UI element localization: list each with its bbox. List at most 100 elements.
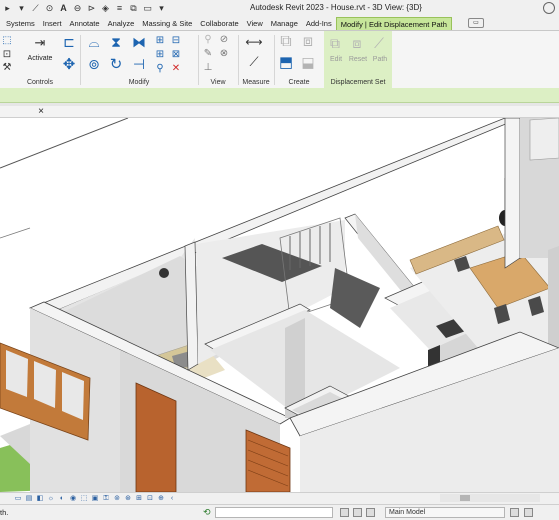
panel-label-create: Create [288,79,310,86]
text-icon[interactable]: A [58,3,69,14]
activate-button[interactable]: Activate [22,55,58,62]
crop-view-icon[interactable]: ⬚ [80,495,88,503]
tab-collaborate[interactable]: Collaborate [196,17,242,30]
detail-level-icon[interactable]: ▤ [25,495,33,503]
render-icon[interactable]: ◉ [69,495,77,503]
dimension-icon[interactable]: ⟋ [242,53,266,69]
select-links-icon[interactable] [510,508,519,517]
select-icon[interactable]: ⊡ [1,49,13,61]
sun-path-icon[interactable]: ☼ [47,495,55,503]
scrollbar-thumb[interactable] [460,495,470,501]
copy-icon[interactable]: ⊚ [85,55,103,73]
workset-field[interactable] [215,507,333,518]
modify-arrow-icon[interactable]: ⬚ [1,35,13,47]
pin-icon[interactable]: ⚲ [154,63,166,75]
panel-view: ⚲ ⊘ ✎ ⊗ ⊥ View [198,31,238,88]
reveal-hidden-icon[interactable]: ⊛ [124,495,132,503]
hide-icon[interactable]: ⚲ [202,34,214,46]
tab-modify-edit-displacement-path[interactable]: Modify | Edit Displacement Path [335,17,452,30]
create-group-icon[interactable]: ⧉ [276,33,296,51]
tab-add-ins[interactable]: Add-Ins [302,17,336,30]
panel-modify: ⊏ ⌓ ⧗ ⧓ ✥ ⊚ ↻ ⊣ ⊞ ⊟ ⊞ ⊠ ⚲ ✕ Modify [63,31,198,88]
create-similar-icon[interactable]: ⧈ [298,33,318,51]
3d-viewport[interactable] [0,118,559,492]
mirror-draw-icon[interactable]: ⧓ [130,34,148,50]
measure-distance-icon[interactable]: ⟷ [242,35,266,49]
quick-access-toolbar: ▸ ▾ ⟋ ⊙ A ⊖ ⊳ ◈ ≡ ⧉ ▭ ▾ [0,0,167,17]
design-option-icon[interactable] [353,508,362,517]
tab-systems[interactable]: Systems [2,17,39,30]
section-icon[interactable]: ≡ [114,3,125,14]
scale-icon[interactable]: ⊟ [170,35,182,47]
ribbon-tabs: Systems Insert Annotate Analyze Massing … [0,17,559,31]
select-pinned-icon[interactable] [524,508,533,517]
activate-icon[interactable]: ⇥ [30,33,50,51]
offset-icon[interactable]: ⌓ [85,34,103,50]
create-assembly-icon[interactable]: ⬒ [276,53,296,71]
close-view-button[interactable]: × [35,106,47,118]
close-hidden-icon[interactable]: ⧉ [128,3,139,14]
redo-icon[interactable]: ⊳ [86,3,97,14]
delete-icon[interactable]: ✕ [170,63,182,75]
unpin-icon[interactable]: ⊠ [170,49,182,61]
tab-insert[interactable]: Insert [39,17,66,30]
horizontal-scrollbar[interactable] [440,494,540,502]
create-parts-icon[interactable]: ⬓ [298,53,318,71]
open-icon[interactable]: ▸ [2,3,13,14]
visual-style-icon[interactable]: ◧ [36,495,44,503]
filter-icon[interactable] [366,508,375,517]
ribbon-minimize-button[interactable]: ▭ [467,18,484,28]
path-icon[interactable]: ⟋ [370,35,388,51]
lock-view-icon[interactable]: ⚿ [102,495,110,503]
split-icon[interactable]: ✥ [60,55,78,73]
tab-analyze[interactable]: Analyze [104,17,139,30]
trim-icon[interactable]: ⊣ [130,55,148,73]
measure-icon[interactable]: ⟋ [30,3,41,14]
linework-icon[interactable]: ⊗ [218,48,230,60]
temp-hide-icon[interactable]: ⊚ [113,495,121,503]
analytical-icon[interactable]: ⊡ [146,495,154,503]
align-icon[interactable]: ⊏ [60,34,78,50]
override-icon[interactable]: ⊘ [218,34,230,46]
tab-annotate[interactable]: Annotate [66,17,104,30]
model-selector[interactable]: Main Model [385,507,505,518]
scale-icon[interactable]: ▭ [14,495,22,503]
title-bar: ▸ ▾ ⟋ ⊙ A ⊖ ⊳ ◈ ≡ ⧉ ▭ ▾ Autodesk Revit 2… [0,0,559,17]
wrench-icon[interactable]: ⚒ [1,62,13,74]
panel-create: ⧉ ⧈ ⬒ ⬓ Create [274,31,324,88]
far-right-wall [504,118,521,269]
tab-massing-site[interactable]: Massing & Site [138,17,196,30]
show-crop-icon[interactable]: ▣ [91,495,99,503]
switch-windows-icon[interactable]: ▭ [142,3,153,14]
view-chevron-icon[interactable]: ‹ [168,495,176,503]
mirror-icon[interactable]: ⧗ [107,34,125,50]
panel-label-displacement-set: Displacement Set [330,79,386,86]
reset-displacement-icon[interactable]: ⧈ [348,35,366,51]
tab-manage[interactable]: Manage [267,17,302,30]
edit-displacement-icon[interactable]: ⧉ [326,35,344,51]
tag-icon[interactable]: ⊙ [44,3,55,14]
tab-view[interactable]: View [243,17,267,30]
editable-only-icon[interactable] [340,508,349,517]
edit-button[interactable]: Edit [326,56,346,63]
reset-button[interactable]: Reset [346,56,370,63]
qat-dropdown-icon[interactable]: ▾ [156,3,167,14]
panel-displacement-set: ⧉ ⧈ ⟋ Edit Reset Path Displacement Set [324,31,392,88]
view-extra-icon[interactable]: ⊥ [202,62,214,74]
save-icon[interactable]: ▾ [16,3,27,14]
array-icon[interactable]: ⊞ [154,35,166,47]
undo-icon[interactable]: ⊖ [72,3,83,14]
paint-icon[interactable]: ✎ [202,48,214,60]
group-array-icon[interactable]: ⊞ [154,49,166,61]
3d-view-icon[interactable]: ◈ [100,3,111,14]
account-icon[interactable] [543,2,555,14]
highlight-icon[interactable]: ⊕ [157,495,165,503]
shadows-icon[interactable]: ◐ [58,495,66,503]
rotate-icon[interactable]: ↻ [107,55,125,73]
panel-label-measure: Measure [242,79,270,86]
path-button[interactable]: Path [370,56,390,63]
worksharing-icon[interactable]: ⊞ [135,495,143,503]
workset-icon[interactable]: ⟲ [203,507,211,518]
status-bar: th. ⟲ Main Model [0,504,559,520]
roof-outline-2 [0,227,31,239]
